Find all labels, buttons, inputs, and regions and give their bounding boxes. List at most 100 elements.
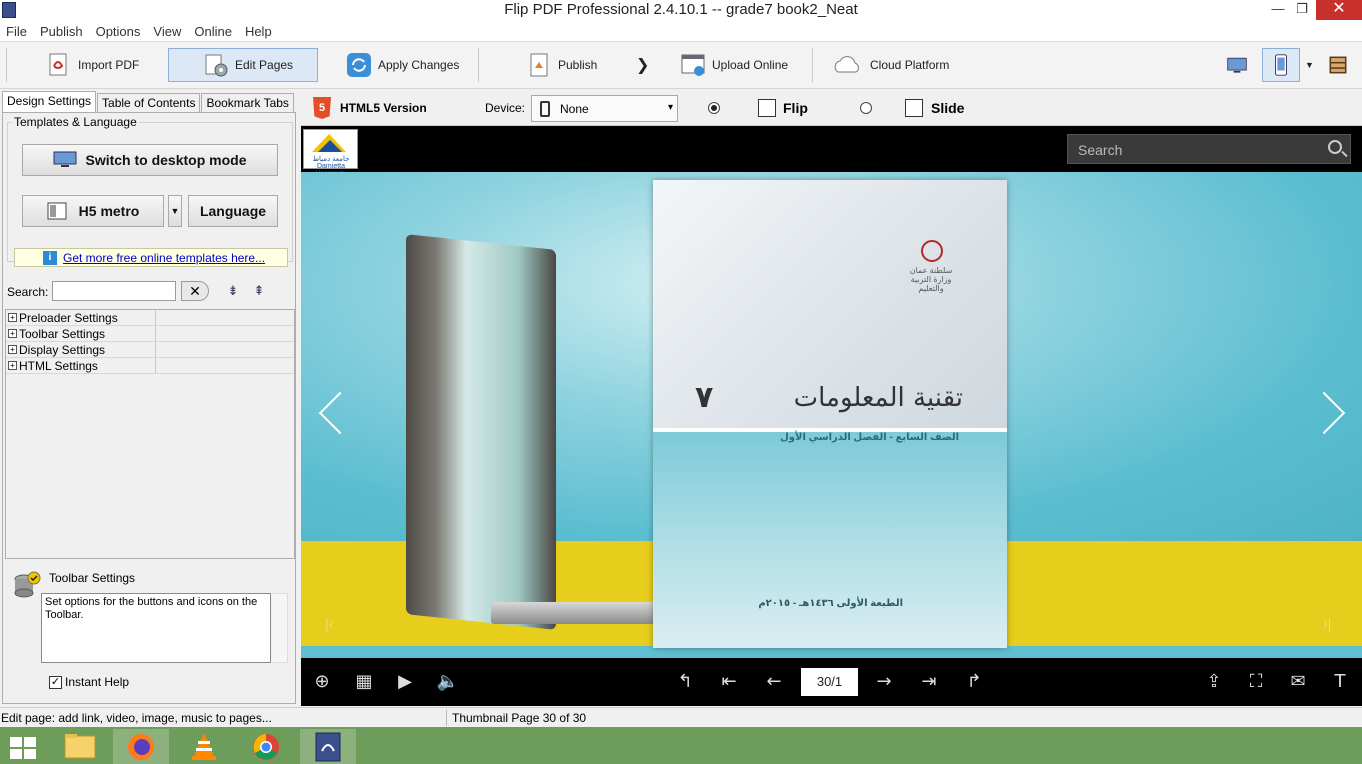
- last-page-icon[interactable]: ⇥: [917, 670, 941, 694]
- folder-icon: [64, 734, 96, 759]
- device-select[interactable]: None ▾: [531, 95, 678, 122]
- fullscreen-icon[interactable]: ⛶: [1244, 670, 1268, 694]
- expand-all-icon[interactable]: ⇟: [225, 283, 241, 299]
- ministry-text: سلطنة عمان وزارة التربية والتعليم: [909, 266, 953, 293]
- next-page-arrow-icon[interactable]: [1317, 390, 1347, 438]
- menu-options[interactable]: Options: [90, 21, 148, 41]
- grade-number: ٧: [695, 381, 714, 414]
- restore-button[interactable]: ❐: [1286, 0, 1318, 20]
- tab-bookmark-tabs[interactable]: Bookmark Tabs: [201, 93, 294, 112]
- start-button[interactable]: [0, 729, 56, 764]
- tab-table-of-contents[interactable]: Table of Contents: [97, 93, 201, 112]
- tab-design-settings[interactable]: Design Settings: [2, 91, 97, 112]
- menu-view[interactable]: View: [147, 21, 188, 41]
- viewer-bottom-toolbar: ⊕ ▦ ▶ 🔈 ↰ ⇤ ← 30/1 → ⇥ ↱ ⇪ ⛶ ✉ T: [301, 658, 1362, 706]
- last-page-faint-icon[interactable]: ›|: [1323, 615, 1331, 631]
- view-dropdown-icon[interactable]: ▼: [1305, 48, 1314, 82]
- chrome-icon: [253, 734, 279, 760]
- phone-icon: [540, 100, 550, 117]
- bookcase-icon: [1329, 56, 1347, 74]
- toolbar-separator: [812, 48, 813, 82]
- tree-row-html[interactable]: + HTML Settings: [6, 358, 294, 374]
- window-title: Flip PDF Professional 2.4.10.1 -- grade7…: [504, 1, 858, 18]
- autoplay-icon[interactable]: ▶: [393, 670, 417, 694]
- first-turn-icon[interactable]: ↰: [673, 670, 697, 694]
- status-divider: [446, 710, 447, 726]
- flip-radio[interactable]: [708, 102, 720, 114]
- vlc-taskbar-button[interactable]: [176, 729, 232, 764]
- flip-pdf-app-icon: [315, 732, 341, 762]
- mobile-view-button[interactable]: [1262, 48, 1300, 82]
- flipbook-viewer: جامعة دمياط Damietta University Search |…: [301, 126, 1362, 706]
- expand-icon[interactable]: +: [8, 361, 17, 370]
- viewer-top-bar: جامعة دمياط Damietta University Search: [301, 126, 1362, 177]
- preview-panel: 5 HTML5 Version Device: None ▾ Flip Slid…: [301, 90, 1362, 706]
- search-icon[interactable]: [1328, 140, 1342, 154]
- help-box: Toolbar Settings Set options for the but…: [5, 563, 295, 703]
- group-label: Templates & Language: [12, 115, 139, 129]
- firefox-taskbar-button[interactable]: [113, 729, 169, 764]
- chrome-taskbar-button[interactable]: [238, 729, 294, 764]
- tree-row-display[interactable]: + Display Settings: [6, 342, 294, 358]
- template-dropdown[interactable]: ▼: [168, 195, 182, 227]
- design-settings-body: Templates & Language Switch to desktop m…: [2, 112, 296, 704]
- edit-pages-button[interactable]: Edit Pages: [168, 48, 318, 82]
- language-button[interactable]: Language: [188, 195, 278, 227]
- clear-search-button[interactable]: ✕: [181, 281, 209, 301]
- university-logo: جامعة دمياط Damietta University: [303, 129, 358, 177]
- menu-online[interactable]: Online: [188, 21, 239, 41]
- apply-changes-button[interactable]: Apply Changes: [346, 48, 459, 82]
- thumbnails-icon[interactable]: ▦: [352, 670, 376, 694]
- bookcase-button[interactable]: [1328, 48, 1354, 82]
- import-pdf-button[interactable]: Import PDF: [46, 48, 139, 82]
- first-page-icon[interactable]: ⇤: [717, 670, 741, 694]
- upload-online-button[interactable]: Upload Online: [680, 48, 788, 82]
- publish-button[interactable]: Publish: [526, 48, 597, 82]
- flip-label: Flip: [783, 100, 808, 116]
- menu-file[interactable]: File: [0, 21, 34, 41]
- expand-icon[interactable]: +: [8, 313, 17, 322]
- email-icon[interactable]: ✉: [1286, 670, 1310, 694]
- tree-row-preloader[interactable]: + Preloader Settings: [6, 310, 294, 326]
- more-templates-link[interactable]: Get more free online templates here...: [63, 251, 265, 265]
- help-scrollbar[interactable]: [272, 593, 288, 663]
- zoom-in-icon[interactable]: ⊕: [310, 670, 334, 694]
- last-turn-icon[interactable]: ↱: [962, 670, 986, 694]
- viewer-search-input[interactable]: Search: [1067, 134, 1351, 164]
- left-tabs: Design Settings Table of Contents Bookma…: [2, 91, 295, 112]
- menu-publish[interactable]: Publish: [34, 21, 90, 41]
- status-right: Thumbnail Page 30 of 30: [452, 711, 587, 725]
- import-pdf-label: Import PDF: [78, 58, 140, 72]
- slide-radio[interactable]: [860, 102, 872, 114]
- switch-desktop-button[interactable]: Switch to desktop mode: [22, 144, 278, 176]
- menu-bar: File Publish Options View Online Help: [0, 21, 1362, 41]
- menu-help[interactable]: Help: [239, 21, 279, 41]
- flip-pdf-taskbar-button[interactable]: [300, 729, 356, 764]
- template-button[interactable]: H5 metro: [22, 195, 164, 227]
- cloud-platform-button[interactable]: Cloud Platform: [830, 48, 949, 82]
- next-page-icon[interactable]: →: [872, 670, 896, 694]
- status-bar: Edit page: add link, video, image, music…: [0, 707, 1362, 727]
- tree-row-toolbar[interactable]: + Toolbar Settings: [6, 326, 294, 342]
- expand-icon[interactable]: +: [8, 329, 17, 338]
- publish-label: Publish: [558, 58, 598, 72]
- file-explorer-taskbar-button[interactable]: [52, 729, 108, 764]
- sound-icon[interactable]: 🔈: [436, 670, 460, 694]
- instant-help-checkbox[interactable]: ✓ Instant Help: [49, 675, 129, 689]
- prev-page-icon[interactable]: ←: [762, 670, 786, 694]
- book-edition: الطبعة الأولى ١٤٣٦هـ - ٢٠١٥م: [758, 598, 903, 609]
- checkbox-icon[interactable]: ✓: [49, 675, 62, 689]
- book-cover-page[interactable]: سلطنة عمان وزارة التربية والتعليم تقنية …: [653, 180, 1007, 648]
- desktop-view-button[interactable]: [1226, 48, 1254, 82]
- text-icon[interactable]: T: [1328, 670, 1352, 694]
- share-icon[interactable]: ⇪: [1202, 670, 1226, 694]
- templates-language-group: Templates & Language Switch to desktop m…: [7, 115, 293, 267]
- close-button[interactable]: ✕: [1316, 0, 1362, 20]
- expand-icon[interactable]: +: [8, 345, 17, 354]
- first-page-faint-icon[interactable]: |‹: [325, 615, 333, 631]
- page-number-input[interactable]: 30/1: [801, 668, 858, 696]
- collapse-all-icon[interactable]: ⇞: [251, 283, 267, 299]
- prev-page-arrow-icon[interactable]: [315, 390, 345, 438]
- next-step-arrow-icon: ❯: [636, 57, 650, 74]
- settings-search-input[interactable]: [52, 281, 176, 301]
